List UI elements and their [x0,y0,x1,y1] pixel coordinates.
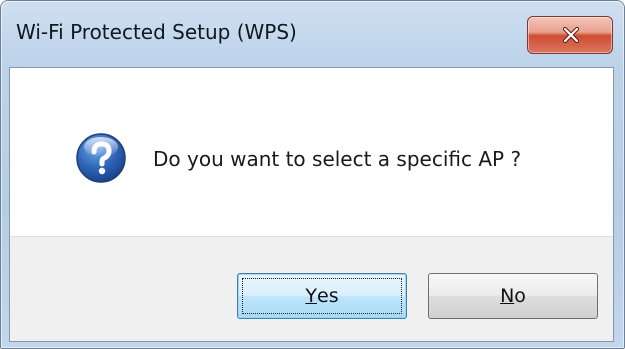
no-button-label-rest: o [514,285,526,307]
dialog-window: Wi-Fi Protected Setup (WPS) Do you want … [0,0,625,349]
yes-button-mnemonic: Y [305,285,317,307]
button-bar: Yes No [10,236,613,341]
title-bar[interactable]: Wi-Fi Protected Setup (WPS) [1,1,624,67]
message-area: Do you want to select a specific AP ? [10,68,613,236]
no-button-mnemonic: N [500,285,515,307]
close-button[interactable] [527,16,613,54]
dialog-client-area: Do you want to select a specific AP ? Ye… [9,67,614,342]
no-button-label: No [500,285,526,307]
window-title: Wi-Fi Protected Setup (WPS) [16,20,297,44]
no-button[interactable]: No [428,273,598,319]
yes-button-label-rest: es [317,285,339,307]
yes-button[interactable]: Yes [237,273,407,319]
yes-button-label: Yes [305,285,338,307]
close-icon [562,26,580,44]
dialog-message: Do you want to select a specific AP ? [153,147,522,171]
question-icon [76,133,126,183]
